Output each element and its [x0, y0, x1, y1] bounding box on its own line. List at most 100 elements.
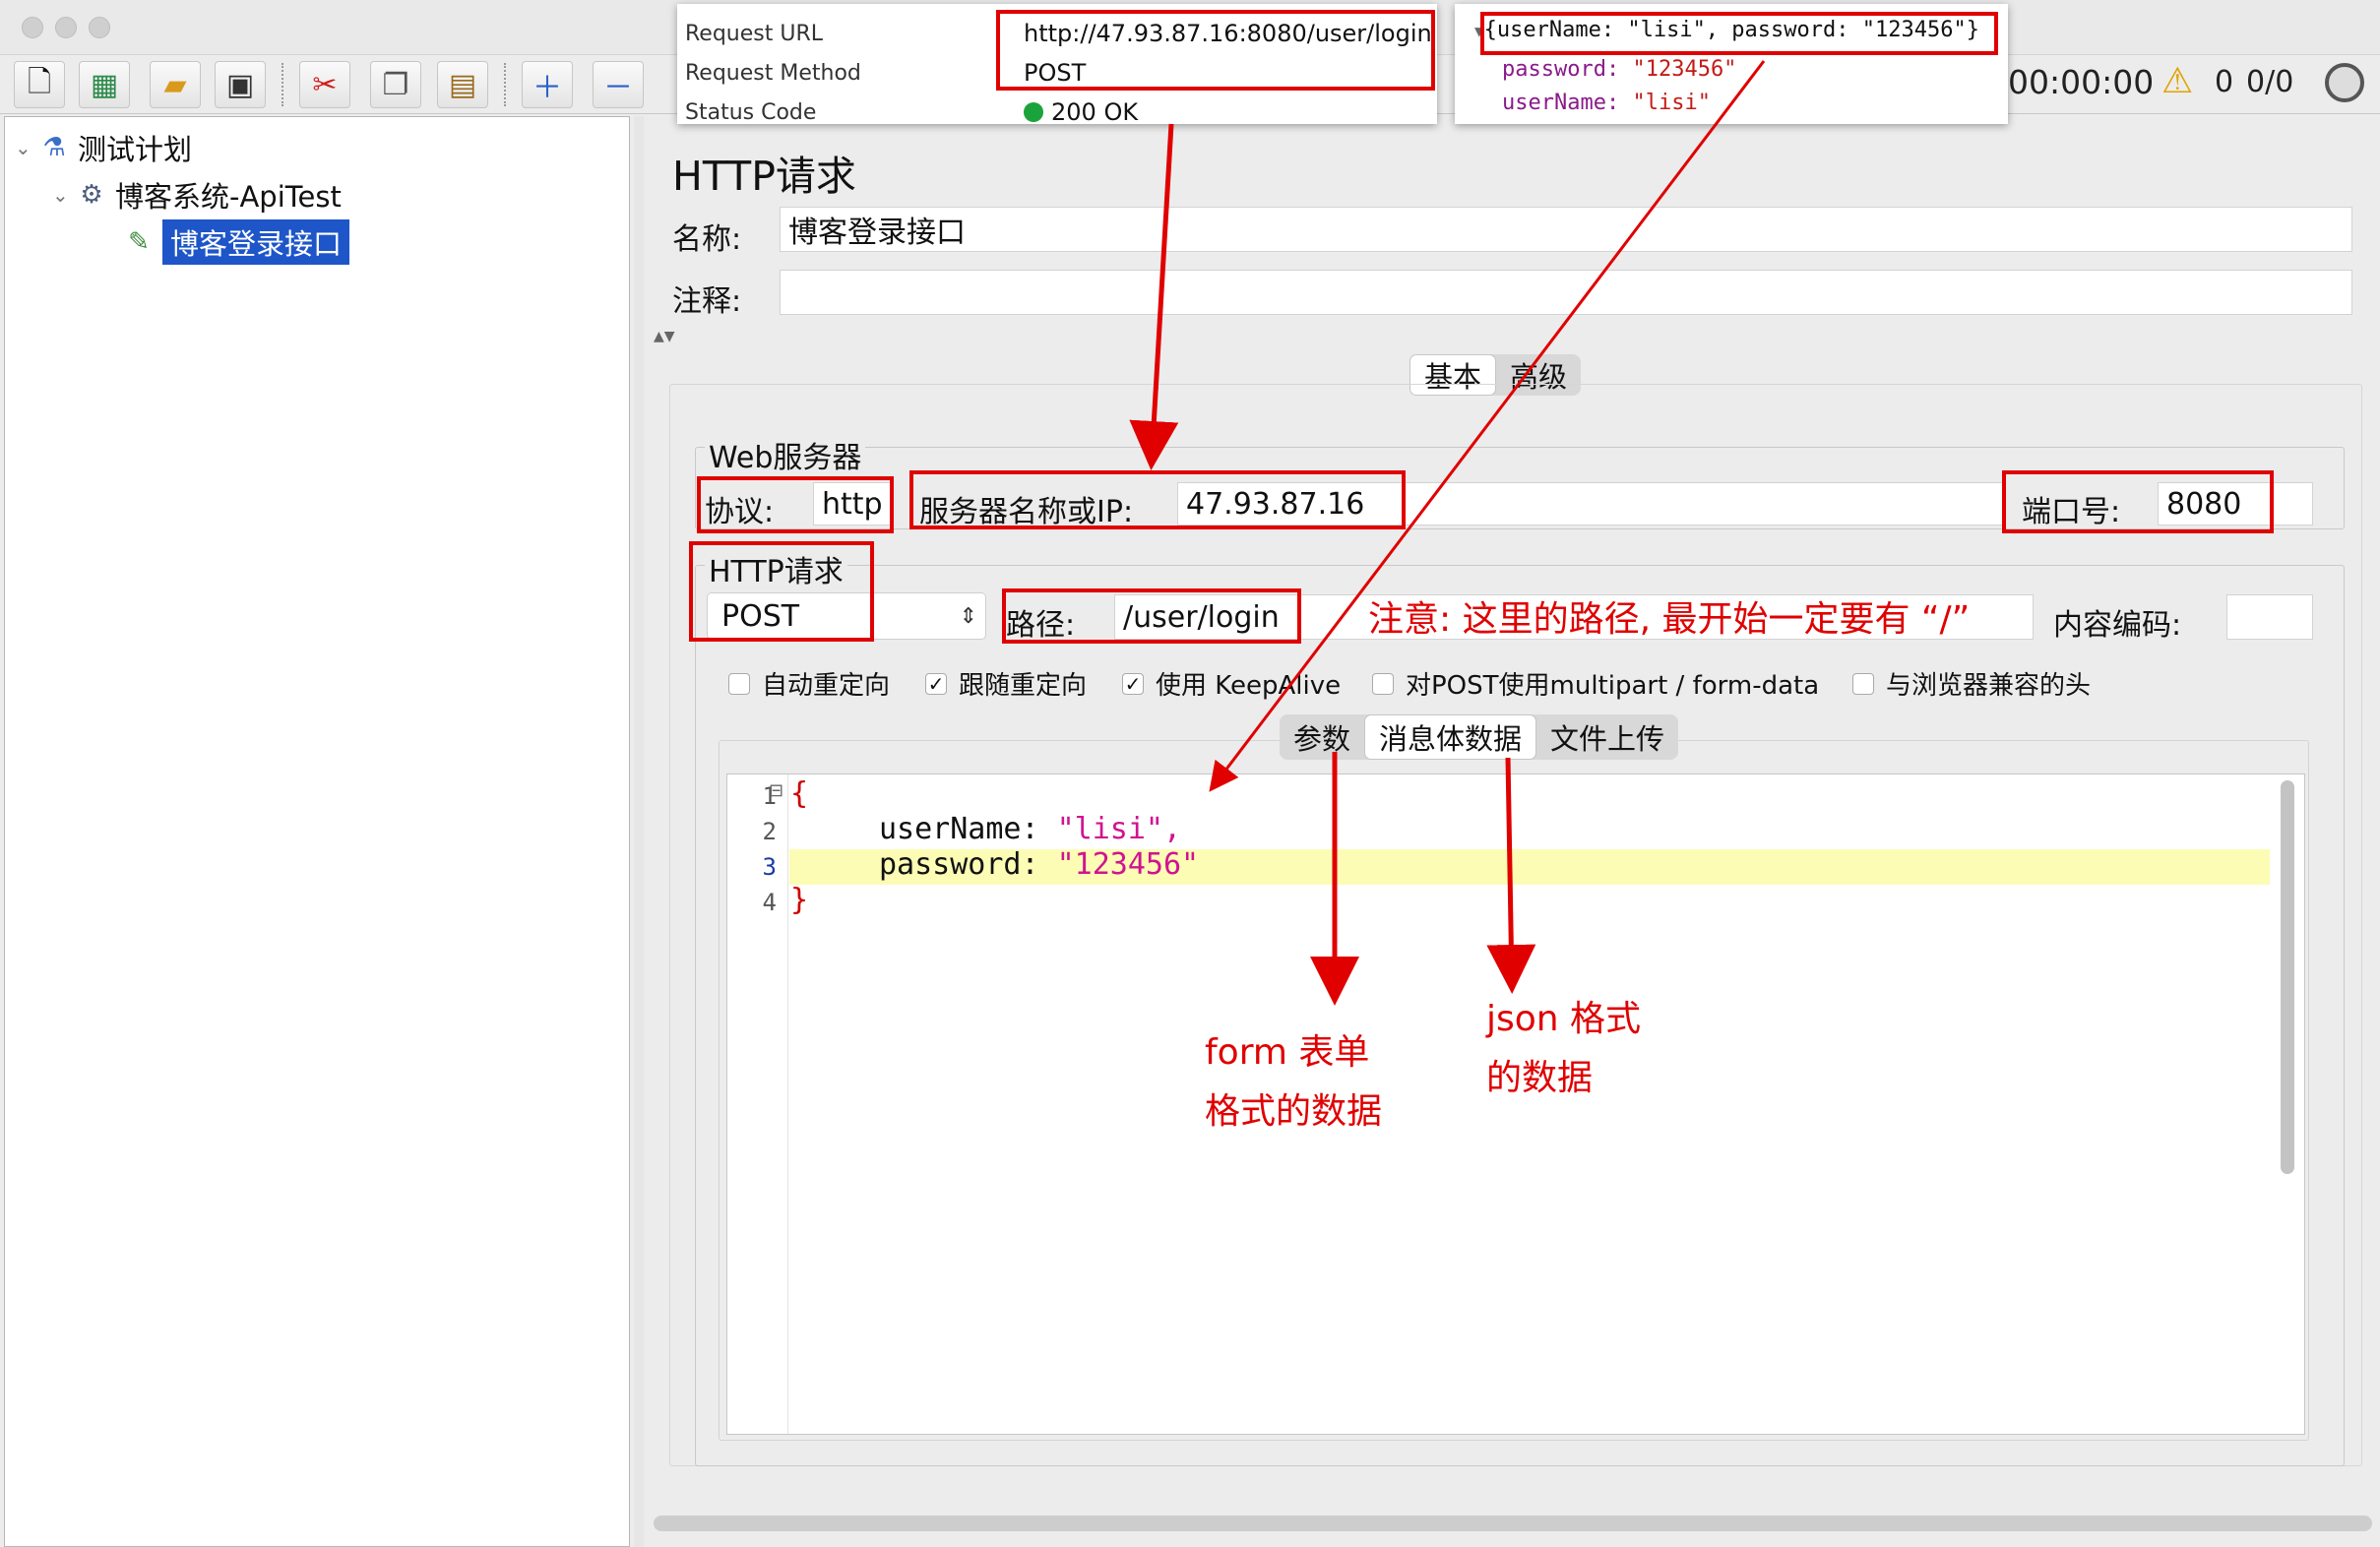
path-note: 注意: 这里的路径, 最开始一定要有 “/” [1368, 599, 1971, 640]
encoding-field[interactable] [2226, 594, 2313, 640]
main-horizontal-scrollbar[interactable] [654, 1516, 2372, 1531]
chevron-down-icon[interactable]: ⌄ [15, 136, 38, 159]
chevron-down-icon[interactable]: ⌄ [52, 183, 76, 207]
checkbox-box[interactable] [1852, 672, 1874, 695]
comment-label: 注释: [672, 284, 742, 319]
toolbar-separator [282, 63, 283, 106]
highlight-protocol [697, 476, 894, 533]
pipette-icon: ✎ [128, 227, 150, 257]
flask-icon: ⚗ [42, 133, 66, 162]
form-note-line1: form 表单 [1205, 1032, 1370, 1073]
code-line: } [790, 883, 809, 917]
checkbox-box[interactable] [1372, 672, 1394, 695]
copy-button[interactable]: ❐ [370, 61, 421, 108]
name-field[interactable]: 博客登录接口 [780, 207, 2352, 252]
highlight-url-method [996, 10, 1435, 91]
thread-count: 0/0 [2246, 65, 2294, 99]
updown-arrows-icon: ⇕ [959, 603, 977, 629]
checkbox-box[interactable] [728, 672, 750, 695]
checkbox-label: 使用 KeepAlive [1156, 671, 1342, 701]
encoding-label: 内容编码: [2053, 608, 2182, 643]
code-line: { [790, 776, 809, 811]
minus-icon: － [603, 71, 633, 105]
json-key: userName [879, 812, 1022, 846]
payload-username: userName: "lisi" [1502, 91, 1711, 115]
new-file-icon: 🗋 [27, 64, 52, 99]
json-string: "123456" [1632, 57, 1737, 82]
gear-icon: ⚙ [80, 180, 103, 210]
status-code-value: 200 OK [1024, 98, 1138, 126]
json-string: "123456" [1056, 847, 1200, 882]
tab-parameters[interactable]: 参数 [1280, 714, 1364, 760]
cut-button[interactable]: ✂ [299, 61, 350, 108]
warning-icon[interactable]: ⚠ [2161, 61, 2193, 101]
expand-button[interactable]: ＋ [522, 61, 573, 108]
json-string: "lisi", [1056, 812, 1182, 846]
checkbox-label: 与浏览器兼容的头 [1886, 671, 2092, 701]
status-dot-icon [1024, 102, 1043, 122]
line-number: 2 [762, 818, 777, 845]
checkbox-browser-headers[interactable]: 与浏览器兼容的头 [1852, 665, 2091, 702]
close-window-button[interactable] [22, 17, 43, 38]
json-key: password [879, 847, 1022, 882]
warning-count: 0 [2215, 65, 2234, 99]
web-server-title: Web服务器 [705, 433, 866, 476]
checkbox-label: 跟随重定向 [959, 671, 1088, 701]
checkmark-icon[interactable]: ✓ [925, 672, 947, 696]
name-label: 名称: [672, 222, 742, 257]
test-plan-tree: ⌄ ⚗ 测试计划 ⌄ ⚙ 博客系统-ApiTest ✎ 博客登录接口 [4, 116, 630, 1547]
checkbox-multipart[interactable]: 对POST使用multipart / form-data [1372, 665, 1819, 702]
checkbox-keepalive[interactable]: ✓ 使用 KeepAlive [1122, 665, 1341, 702]
checkbox-label: 自动重定向 [762, 671, 891, 701]
highlight-port [2002, 470, 2274, 533]
folder-open-icon: ▰ [163, 67, 187, 102]
code-line: userName: "lisi", [879, 812, 1182, 846]
toolbar-separator [504, 63, 506, 106]
tree-item-label: 博客登录接口 [162, 219, 350, 265]
status-indicator-icon[interactable] [2325, 63, 2364, 102]
checkbox-follow-redirect[interactable]: ✓ 跟随重定向 [925, 665, 1087, 702]
panel-splitter[interactable] [634, 116, 644, 1547]
tree-item-thread-group[interactable]: ⌄ ⚙ 博客系统-ApiTest [52, 174, 342, 216]
collapse-arrows-icon[interactable]: ▲▼ [654, 329, 675, 344]
paste-button[interactable]: ▤ [437, 61, 488, 108]
status-code-label: Status Code [685, 100, 817, 125]
editor-scrollbar[interactable] [2281, 780, 2294, 1174]
body-data-editor[interactable]: 1 2 3 4 ⊟ { userName: "lisi", password: … [726, 774, 2305, 1435]
new-plan-button[interactable]: 🗋 [14, 61, 65, 108]
code-line: password: "123456" [879, 847, 1200, 882]
templates-icon: ▦ [90, 67, 119, 102]
line-number: 4 [762, 889, 777, 916]
minimize-window-button[interactable] [55, 17, 77, 38]
payload-password: password: "123456" [1502, 57, 1736, 82]
line-number: 3 [762, 853, 777, 881]
body-tabs: 参数 消息体数据 文件上传 [1280, 714, 1679, 760]
plus-icon: ＋ [532, 71, 562, 105]
status-text: 200 OK [1051, 98, 1139, 126]
tab-file-upload[interactable]: 文件上传 [1536, 714, 1678, 760]
zoom-window-button[interactable] [89, 17, 110, 38]
request-url-label: Request URL [685, 22, 824, 46]
json-string: "lisi" [1632, 91, 1711, 115]
highlight-server [909, 470, 1406, 529]
tree-item-label: 测试计划 [78, 133, 193, 166]
checkmark-icon[interactable]: ✓ [1122, 672, 1144, 696]
checkbox-auto-redirect[interactable]: 自动重定向 [728, 665, 890, 702]
comment-field[interactable] [780, 270, 2352, 315]
checkbox-label: 对POST使用multipart / form-data [1406, 671, 1820, 701]
copy-icon: ❐ [382, 67, 409, 102]
json-key: password: [1502, 57, 1620, 82]
elapsed-timer: 00:00:00 [2008, 63, 2155, 101]
templates-button[interactable]: ▦ [79, 61, 130, 108]
save-icon: ▣ [225, 67, 255, 102]
tab-body-data[interactable]: 消息体数据 [1364, 714, 1537, 760]
scissors-icon: ✂ [312, 67, 338, 102]
open-button[interactable]: ▰ [150, 61, 201, 108]
fold-icon[interactable]: ⊟ [769, 780, 783, 801]
request-method-label: Request Method [685, 61, 861, 86]
tree-item-test-plan[interactable]: ⌄ ⚗ 测试计划 [15, 127, 192, 168]
save-button[interactable]: ▣ [215, 61, 266, 108]
json-key: userName: [1502, 91, 1620, 115]
collapse-button[interactable]: － [593, 61, 644, 108]
tree-item-http-sampler[interactable]: ✎ 博客登录接口 [123, 219, 350, 265]
